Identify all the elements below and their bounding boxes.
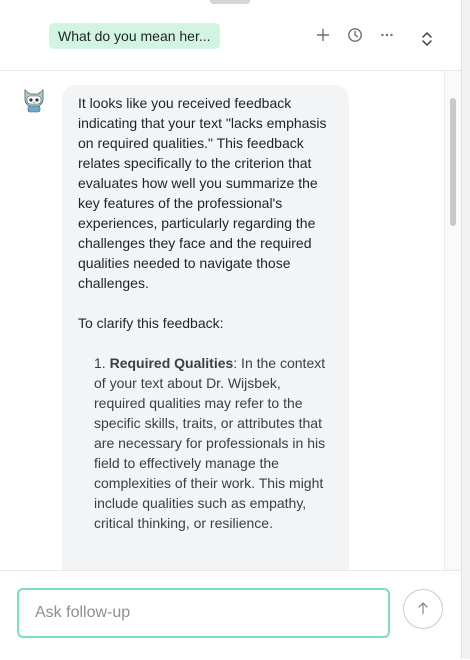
- scrollbar[interactable]: [444, 71, 461, 570]
- chat-header: What do you mean her...: [0, 4, 470, 71]
- bot-avatar-icon: [22, 87, 46, 113]
- expand-collapse-icon[interactable]: [416, 28, 438, 50]
- send-button[interactable]: [403, 589, 443, 629]
- list-item: 1. Required Qualities: In the context of…: [94, 353, 335, 533]
- panel-edge: [461, 0, 470, 659]
- composer: [0, 570, 461, 660]
- plus-icon[interactable]: [312, 24, 334, 46]
- list-item-heading: Required Qualities: [109, 355, 234, 371]
- arrow-up-icon: [417, 601, 429, 618]
- message-clarify: To clarify this feedback:: [78, 315, 224, 331]
- list-item-text: : In the context of your text about Dr. …: [94, 355, 326, 531]
- more-icon[interactable]: [376, 24, 398, 46]
- assistant-message: It looks like you received feedback indi…: [62, 85, 349, 570]
- clock-icon[interactable]: [344, 24, 366, 46]
- scrollbar-thumb[interactable]: [450, 98, 456, 226]
- message-list-items: 1. Required Qualities: In the context of…: [78, 353, 335, 533]
- follow-up-input[interactable]: [17, 588, 390, 638]
- conversation-title[interactable]: What do you mean her...: [49, 23, 220, 49]
- message-list[interactable]: It looks like you received feedback indi…: [0, 71, 444, 570]
- message-intro: It looks like you received feedback indi…: [78, 95, 327, 291]
- list-item-number: 1.: [94, 355, 106, 371]
